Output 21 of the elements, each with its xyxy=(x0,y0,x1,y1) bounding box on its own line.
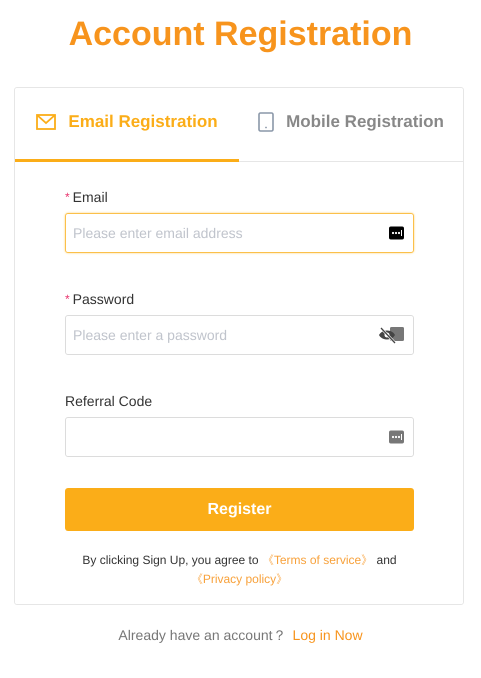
password-manager-icon[interactable] xyxy=(389,226,404,240)
required-mark: * xyxy=(65,292,70,306)
login-link[interactable]: Log in Now xyxy=(292,627,363,643)
hidden-eye-icon[interactable] xyxy=(378,326,404,344)
mail-icon xyxy=(36,114,56,130)
field-label: Referral Code xyxy=(65,393,152,409)
phone-icon xyxy=(258,112,274,132)
input-field[interactable] xyxy=(65,417,414,457)
input-field[interactable]: Please enter a password xyxy=(65,315,414,355)
required-mark: * xyxy=(65,190,70,204)
login-prompt: Already have an account？ xyxy=(118,627,287,643)
terms-text: By clicking Sign Up, you agree to 《Terms of service》 and 《Privacy policy》 xyxy=(81,552,398,588)
page-title: Account Registration xyxy=(68,14,414,55)
registration-tab[interactable]: Email Registration xyxy=(15,88,239,162)
privacy-link[interactable]: 《Privacy policy》 xyxy=(190,572,288,586)
registration-tab[interactable]: Mobile Registration xyxy=(239,88,463,162)
terms-link[interactable]: 《Terms of service》 xyxy=(262,553,374,567)
field-label: Email xyxy=(72,189,108,205)
register-button[interactable]: Register xyxy=(65,488,414,531)
input-field[interactable]: Please enter email address xyxy=(65,213,414,253)
field-label: Password xyxy=(72,291,134,307)
